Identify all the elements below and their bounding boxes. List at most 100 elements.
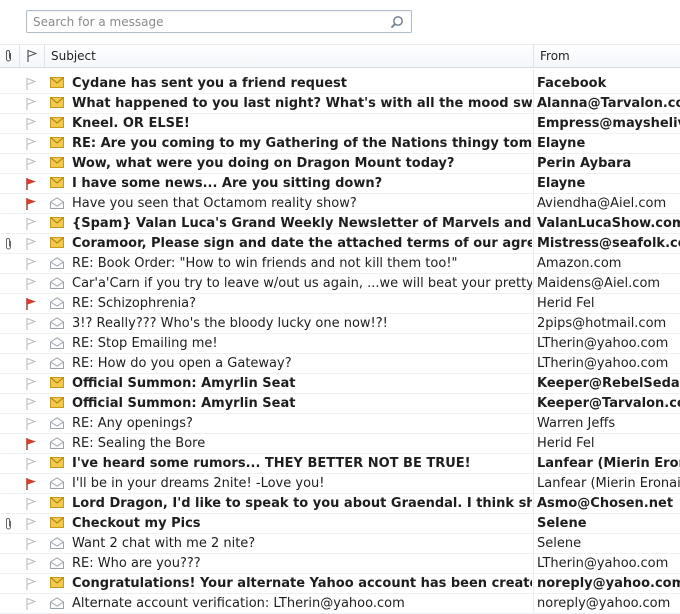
- flag-icon[interactable]: [25, 274, 39, 293]
- search-box[interactable]: [26, 10, 412, 33]
- attachment-cell: [4, 114, 16, 133]
- attachment-column-icon[interactable]: [4, 45, 14, 67]
- message-row[interactable]: Want 2 chat with me 2 nite? Selene: [0, 534, 680, 554]
- attachment-cell: [4, 254, 16, 273]
- message-sender: Selene: [537, 536, 582, 551]
- flag-icon[interactable]: [25, 454, 39, 473]
- subject-column-header[interactable]: Subject: [51, 45, 96, 67]
- flag-icon[interactable]: [25, 234, 39, 253]
- message-subject: RE: How do you open a Gateway?: [72, 356, 292, 371]
- unread-envelope-icon: [50, 94, 64, 113]
- unread-envelope-icon: [50, 514, 64, 533]
- flag-icon[interactable]: [25, 334, 39, 353]
- message-row[interactable]: RE: Book Order: "How to win friends and …: [0, 254, 680, 274]
- message-sender: Empress@mayshelive4: [537, 116, 680, 131]
- read-envelope-icon: [50, 594, 64, 613]
- message-row[interactable]: Kneel. OR ELSE! Empress@mayshelive4: [0, 114, 680, 134]
- attachment-cell: [4, 374, 16, 393]
- message-subject: I've heard some rumors... THEY BETTER NO…: [72, 456, 471, 471]
- search-icon[interactable]: [390, 15, 404, 33]
- flag-icon[interactable]: [25, 134, 39, 153]
- flag-icon[interactable]: [25, 534, 39, 553]
- flag-icon[interactable]: [25, 374, 39, 393]
- read-envelope-icon: [50, 194, 64, 213]
- message-row[interactable]: Congratulations! Your alternate Yahoo ac…: [0, 574, 680, 594]
- flag-icon[interactable]: [25, 494, 39, 513]
- message-sender: Maidens@Aiel.com: [537, 276, 661, 291]
- read-envelope-icon: [50, 554, 64, 573]
- red-flag-icon[interactable]: [25, 174, 39, 193]
- from-column-header[interactable]: From: [540, 45, 570, 67]
- flag-column-icon[interactable]: [26, 45, 38, 67]
- message-sender: Amazon.com: [537, 256, 622, 271]
- message-row[interactable]: 3!? Really??? Who's the bloody lucky one…: [0, 314, 680, 334]
- read-envelope-icon: [50, 414, 64, 433]
- search-input[interactable]: [27, 11, 378, 32]
- message-sender: Lanfear (Mierin Eronail: [537, 456, 680, 471]
- attachment-cell: [4, 334, 16, 353]
- message-row[interactable]: Have you seen that Octamom reality show?…: [0, 194, 680, 214]
- message-row[interactable]: Wow, what were you doing on Dragon Mount…: [0, 154, 680, 174]
- message-row[interactable]: RE: Schizophrenia? Herid Fel: [0, 294, 680, 314]
- attachment-cell: [4, 574, 16, 593]
- message-subject: Official Summon: Amyrlin Seat: [72, 396, 296, 411]
- message-row[interactable]: Checkout my Pics Selene: [0, 514, 680, 534]
- flag-icon[interactable]: [25, 394, 39, 413]
- message-row[interactable]: RE: Sealing the Bore Herid Fel: [0, 434, 680, 454]
- message-sender: Keeper@Tarvalon.com: [537, 396, 680, 411]
- flag-icon[interactable]: [25, 74, 39, 93]
- red-flag-icon[interactable]: [25, 474, 39, 493]
- flag-icon[interactable]: [25, 254, 39, 273]
- message-row[interactable]: Alternate account verification: LTherin@…: [0, 594, 680, 614]
- message-row[interactable]: Car'a'Carn if you try to leave w/out us …: [0, 274, 680, 294]
- message-sender: Alanna@Tarvalon.com: [537, 96, 680, 111]
- message-row[interactable]: I'll be in your dreams 2nite! -Love you!…: [0, 474, 680, 494]
- flag-icon[interactable]: [25, 594, 39, 613]
- message-subject: RE: Who are you???: [72, 556, 201, 571]
- red-flag-icon[interactable]: [25, 434, 39, 453]
- message-sender: Keeper@RebelSedai.ne: [537, 376, 680, 391]
- message-row[interactable]: RE: Are you coming to my Gathering of th…: [0, 134, 680, 154]
- message-row[interactable]: Lord Dragon, I'd like to speak to you ab…: [0, 494, 680, 514]
- message-sender: Asmo@Chosen.net: [537, 496, 674, 511]
- paperclip-icon: [4, 234, 16, 253]
- flag-icon[interactable]: [25, 154, 39, 173]
- message-row[interactable]: I've heard some rumors... THEY BETTER NO…: [0, 454, 680, 474]
- flag-icon[interactable]: [25, 114, 39, 133]
- message-row[interactable]: Coramoor, Please sign and date the attac…: [0, 234, 680, 254]
- flag-icon[interactable]: [25, 354, 39, 373]
- read-envelope-icon: [50, 274, 64, 293]
- flag-icon[interactable]: [25, 514, 39, 533]
- attachment-cell: [4, 74, 16, 93]
- message-row[interactable]: RE: Stop Emailing me! LTherin@yahoo.com: [0, 334, 680, 354]
- message-subject: RE: Are you coming to my Gathering of th…: [72, 136, 532, 151]
- message-row[interactable]: I have some news... Are you sitting down…: [0, 174, 680, 194]
- message-sender: Elayne: [537, 176, 586, 191]
- message-row[interactable]: Official Summon: Amyrlin Seat Keeper@Rebe…: [0, 374, 680, 394]
- message-row[interactable]: Cydane has sent you a friend request Face…: [0, 74, 680, 94]
- flag-icon[interactable]: [25, 214, 39, 233]
- read-envelope-icon: [50, 474, 64, 493]
- flag-icon[interactable]: [25, 94, 39, 113]
- read-envelope-icon: [50, 294, 64, 313]
- message-subject: RE: Book Order: "How to win friends and …: [72, 256, 458, 271]
- message-row[interactable]: What happened to you last night? What's …: [0, 94, 680, 114]
- attachment-cell: [4, 454, 16, 473]
- message-row[interactable]: Official Summon: Amyrlin Seat Keeper@Tarv…: [0, 394, 680, 414]
- message-row[interactable]: RE: Who are you??? LTherin@yahoo.com: [0, 554, 680, 574]
- flag-icon[interactable]: [25, 554, 39, 573]
- attachment-cell: [4, 354, 16, 373]
- red-flag-icon[interactable]: [25, 294, 39, 313]
- message-sender: Elayne: [537, 136, 586, 151]
- paperclip-icon: [4, 514, 16, 533]
- message-sender: noreply@yahoo.com: [537, 596, 671, 611]
- message-subject: Have you seen that Octamom reality show?: [72, 196, 357, 211]
- flag-icon[interactable]: [25, 574, 39, 593]
- message-row[interactable]: {Spam} Valan Luca's Grand Weekly Newslet…: [0, 214, 680, 234]
- message-row[interactable]: RE: Any openings? Warren Jeffs: [0, 414, 680, 434]
- flag-icon[interactable]: [25, 414, 39, 433]
- message-subject: Kneel. OR ELSE!: [72, 116, 190, 131]
- flag-icon[interactable]: [25, 314, 39, 333]
- message-row[interactable]: RE: How do you open a Gateway? LTherin@ya…: [0, 354, 680, 374]
- red-flag-icon[interactable]: [25, 194, 39, 213]
